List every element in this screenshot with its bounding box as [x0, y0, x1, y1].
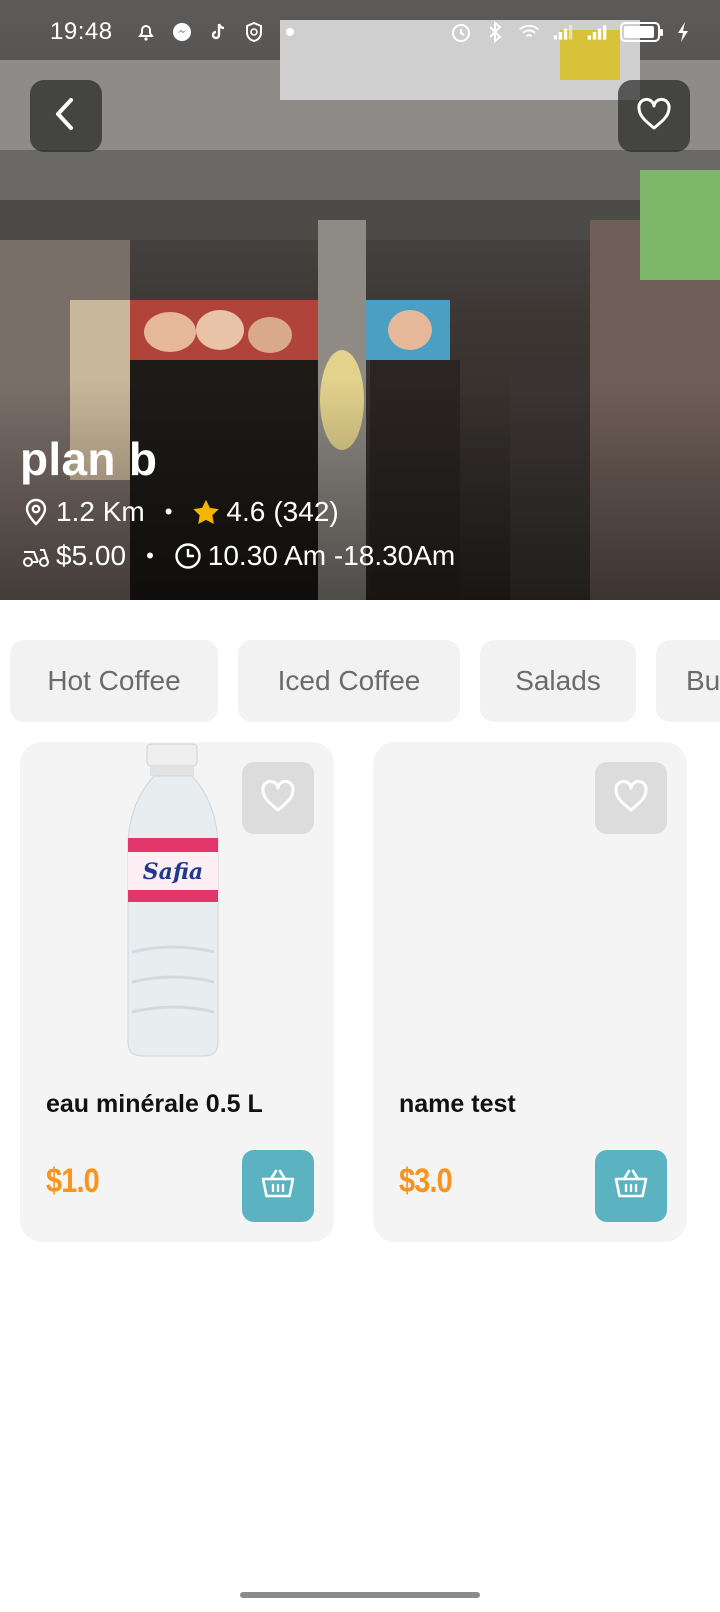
- category-tab-hot-coffee[interactable]: Hot Coffee: [10, 640, 218, 722]
- product-card[interactable]: name test $3.0: [373, 742, 687, 1242]
- store-name: plan b: [20, 433, 158, 485]
- heart-icon: [613, 779, 649, 818]
- add-to-cart-button[interactable]: [242, 1150, 314, 1222]
- separator-dot: •: [146, 543, 154, 568]
- store-hours: 10.30 Am -18.30Am: [207, 540, 456, 571]
- home-indicator[interactable]: [240, 1592, 480, 1598]
- shield-icon: [243, 21, 265, 43]
- back-button[interactable]: [30, 80, 102, 152]
- category-tabs: Hot Coffee Iced Coffee Salads Bu: [0, 640, 720, 722]
- star-icon: [192, 498, 220, 526]
- notification-icon: [135, 21, 157, 43]
- category-tab-partial[interactable]: Bu: [656, 640, 720, 722]
- product-price: $3.0: [399, 1162, 453, 1200]
- product-favorite-button[interactable]: [595, 762, 667, 834]
- category-tab-iced-coffee[interactable]: Iced Coffee: [238, 640, 460, 722]
- clock-icon: [174, 542, 202, 570]
- store-rating: 4.6: [226, 496, 266, 527]
- store-meta-row-1: 1.2 Km • 4.6 (342): [22, 496, 339, 528]
- messenger-icon: [171, 21, 193, 43]
- product-name: eau minérale 0.5 L: [46, 1090, 263, 1118]
- category-tab-salads[interactable]: Salads: [480, 640, 636, 722]
- add-to-cart-button[interactable]: [595, 1150, 667, 1222]
- product-price: $1.0: [46, 1162, 100, 1200]
- delivery-fee: $5.00: [56, 540, 127, 571]
- product-favorite-button[interactable]: [242, 762, 314, 834]
- signal-2-icon: [586, 21, 608, 43]
- basket-icon: [613, 1168, 649, 1205]
- wifi-icon: [518, 21, 540, 43]
- product-name: name test: [399, 1090, 516, 1118]
- separator-dot: •: [164, 499, 173, 524]
- charging-icon: [672, 21, 694, 43]
- status-bar: 19:48: [0, 0, 720, 64]
- favorite-store-button[interactable]: [618, 80, 690, 152]
- tiktok-icon: [207, 21, 229, 43]
- store-rating-count: (342): [273, 496, 339, 527]
- heart-icon: [636, 97, 672, 136]
- alarm-icon: [450, 21, 472, 43]
- heart-icon: [260, 779, 296, 818]
- dot-icon: [279, 21, 301, 43]
- bluetooth-icon: [484, 21, 506, 43]
- location-pin-icon: [22, 498, 50, 526]
- basket-icon: [260, 1168, 296, 1205]
- battery-icon: [620, 22, 663, 42]
- chevron-left-icon: [51, 97, 81, 136]
- store-meta-row-2: $5.00 • 10.30 Am -18.30Am: [22, 540, 455, 572]
- delivery-scooter-icon: [22, 542, 50, 570]
- status-time: 19:48: [50, 18, 113, 45]
- signal-icon: [552, 21, 574, 43]
- product-card[interactable]: Safia eau minérale 0.5 L $1.0: [20, 742, 334, 1242]
- product-image-brand: Safia: [143, 859, 203, 885]
- store-distance: 1.2 Km: [56, 496, 145, 527]
